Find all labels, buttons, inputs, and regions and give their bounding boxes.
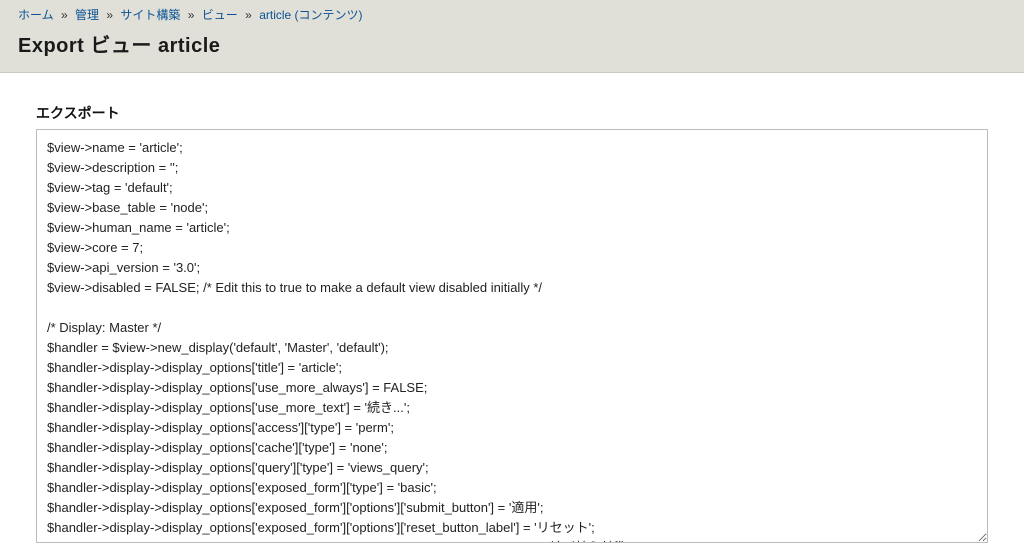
export-code-textarea[interactable] <box>36 129 988 543</box>
breadcrumb-sep: » <box>102 8 117 22</box>
breadcrumb-link-home[interactable]: ホーム <box>18 8 54 22</box>
breadcrumb-link-structure[interactable]: サイト構築 <box>120 8 180 22</box>
breadcrumb-link-article[interactable]: article (コンテンツ) <box>259 8 362 22</box>
content-region: エクスポート <box>0 73 1024 558</box>
breadcrumb-link-views[interactable]: ビュー <box>202 8 238 22</box>
export-label: エクスポート <box>36 103 988 123</box>
page-title: Export ビュー article <box>18 29 1006 58</box>
breadcrumb-link-admin[interactable]: 管理 <box>75 8 99 22</box>
breadcrumb: ホーム » 管理 » サイト構築 » ビュー » article (コンテンツ) <box>18 6 1006 29</box>
breadcrumb-sep: » <box>241 8 256 22</box>
breadcrumb-sep: » <box>57 8 72 22</box>
breadcrumb-sep: » <box>184 8 199 22</box>
header-bar: ホーム » 管理 » サイト構築 » ビュー » article (コンテンツ)… <box>0 0 1024 73</box>
